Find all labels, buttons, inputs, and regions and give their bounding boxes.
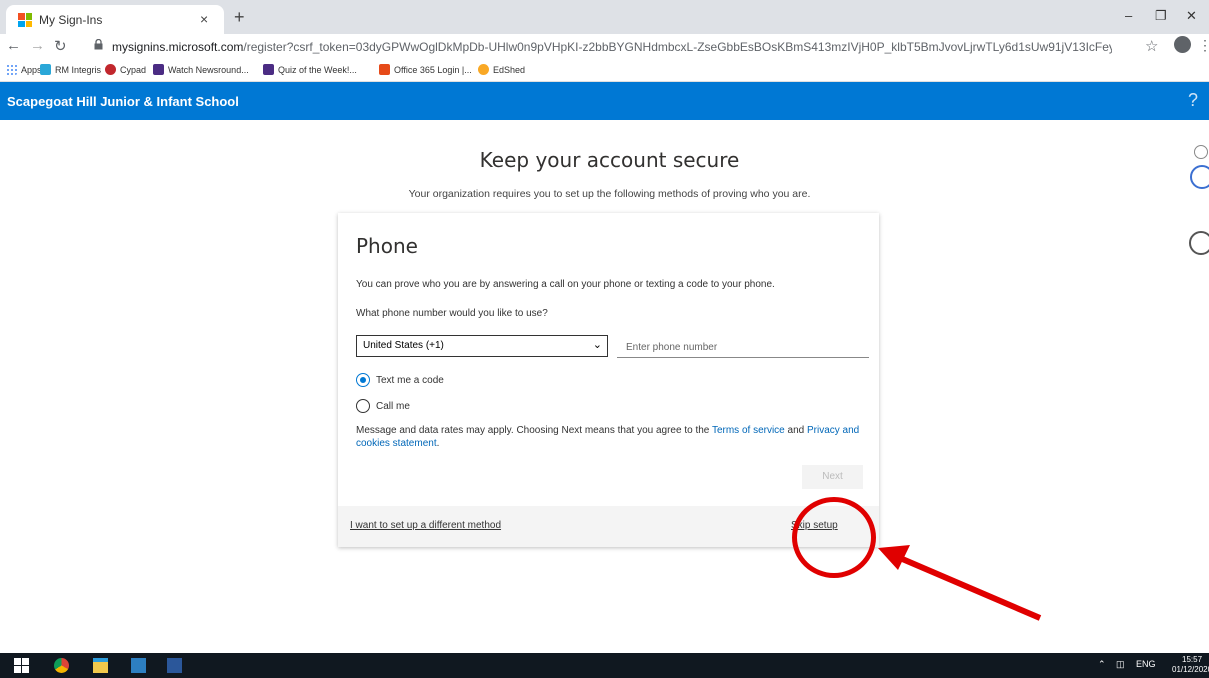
pen-tool-icon[interactable]: [1190, 165, 1209, 189]
tab-my-sign-ins[interactable]: My Sign-Ins ×: [6, 5, 224, 34]
network-icon[interactable]: ◫: [1116, 659, 1125, 670]
radio-selected-icon[interactable]: [356, 373, 370, 387]
country-code-select[interactable]: United States (+1) ⌄: [356, 335, 608, 357]
edshed-icon: [478, 64, 489, 75]
rm-integris-icon: [40, 64, 51, 75]
bookmark-edshed[interactable]: EdShed: [478, 64, 525, 75]
restore-icon[interactable]: ❐: [1155, 8, 1167, 24]
cursor-tool-icon[interactable]: [1194, 145, 1208, 159]
option-text-me[interactable]: Text me a code: [356, 373, 444, 387]
phone-question: What phone number would you like to use?: [356, 308, 548, 319]
new-tab-button[interactable]: +: [234, 7, 245, 28]
bookmark-rm-integris[interactable]: RM Integris: [40, 64, 101, 75]
option-call-me[interactable]: Call me: [356, 399, 410, 413]
minimize-icon[interactable]: –: [1125, 8, 1132, 23]
bookmark-star-icon[interactable]: ☆: [1145, 37, 1158, 55]
next-button[interactable]: Next: [802, 465, 863, 489]
phone-number-input[interactable]: [617, 337, 869, 358]
annotation-circle: [792, 497, 876, 578]
reload-icon[interactable]: ↻: [54, 37, 67, 55]
page-title: Keep your account secure: [479, 148, 740, 172]
language-indicator[interactable]: ENG: [1136, 659, 1156, 669]
org-header: Scapegoat Hill Junior & Infant School ?: [0, 82, 1209, 120]
notes-app-icon[interactable]: [131, 658, 146, 673]
back-icon[interactable]: ←: [6, 37, 21, 54]
file-explorer-icon[interactable]: [93, 658, 108, 673]
cypad-icon: [105, 64, 116, 75]
forward-icon[interactable]: →: [30, 37, 45, 54]
apps-grid-icon: [6, 64, 17, 75]
newsround-icon: [153, 64, 164, 75]
bookmarks-bar: Apps RM Integris Cypad Watch Newsround..…: [0, 60, 1209, 82]
newsround-icon: [263, 64, 274, 75]
word-icon[interactable]: [167, 658, 182, 673]
address-bar[interactable]: mysignins.microsoft.com/register?csrf_to…: [88, 36, 1143, 58]
marker-tool-icon[interactable]: [1189, 231, 1209, 255]
card-description: You can prove who you are by answering a…: [356, 279, 775, 290]
kebab-menu-icon[interactable]: ⋮: [1198, 37, 1209, 54]
close-window-icon[interactable]: ✕: [1186, 8, 1197, 24]
windows-start-icon[interactable]: [14, 658, 29, 673]
tray-chevron-icon[interactable]: ⌃: [1098, 659, 1106, 670]
tab-strip: My Sign-Ins × + – ❐ ✕: [0, 0, 1209, 34]
phone-setup-card: Phone You can prove who you are by answe…: [338, 213, 879, 547]
close-icon[interactable]: ×: [200, 11, 208, 27]
url-text: mysignins.microsoft.com/register?csrf_to…: [112, 40, 1112, 54]
different-method-link[interactable]: I want to set up a different method: [350, 520, 501, 531]
card-title: Phone: [356, 234, 418, 258]
terms-link[interactable]: Terms of service: [712, 425, 785, 436]
bookmark-newsround[interactable]: Watch Newsround...: [153, 64, 249, 75]
page-subtitle: Your organization requires you to set up…: [408, 188, 811, 200]
microsoft-icon: [18, 13, 32, 27]
bookmark-cypad[interactable]: Cypad: [105, 64, 146, 75]
bookmark-apps[interactable]: Apps: [6, 64, 42, 75]
chevron-down-icon: ⌄: [592, 339, 602, 351]
tab-title: My Sign-Ins: [39, 13, 103, 27]
radio-unselected-icon[interactable]: [356, 399, 370, 413]
bookmark-quiz[interactable]: Quiz of the Week!...: [263, 64, 357, 75]
office-icon: [379, 64, 390, 75]
taskbar: ⌃ ◫ ENG 15:57 01/12/2020: [0, 653, 1209, 678]
disclaimer: Message and data rates may apply. Choosi…: [356, 425, 860, 449]
chrome-icon[interactable]: [54, 658, 69, 673]
help-icon[interactable]: ?: [1188, 90, 1198, 111]
lock-icon: [94, 38, 103, 53]
clock[interactable]: 15:57 01/12/2020: [1172, 655, 1209, 675]
org-name: Scapegoat Hill Junior & Infant School: [7, 94, 239, 109]
profile-avatar-icon[interactable]: [1174, 36, 1191, 53]
bookmark-office365[interactable]: Office 365 Login |...: [379, 64, 472, 75]
browser-toolbar: ← → ↻ mysignins.microsoft.com/register?c…: [0, 34, 1209, 60]
